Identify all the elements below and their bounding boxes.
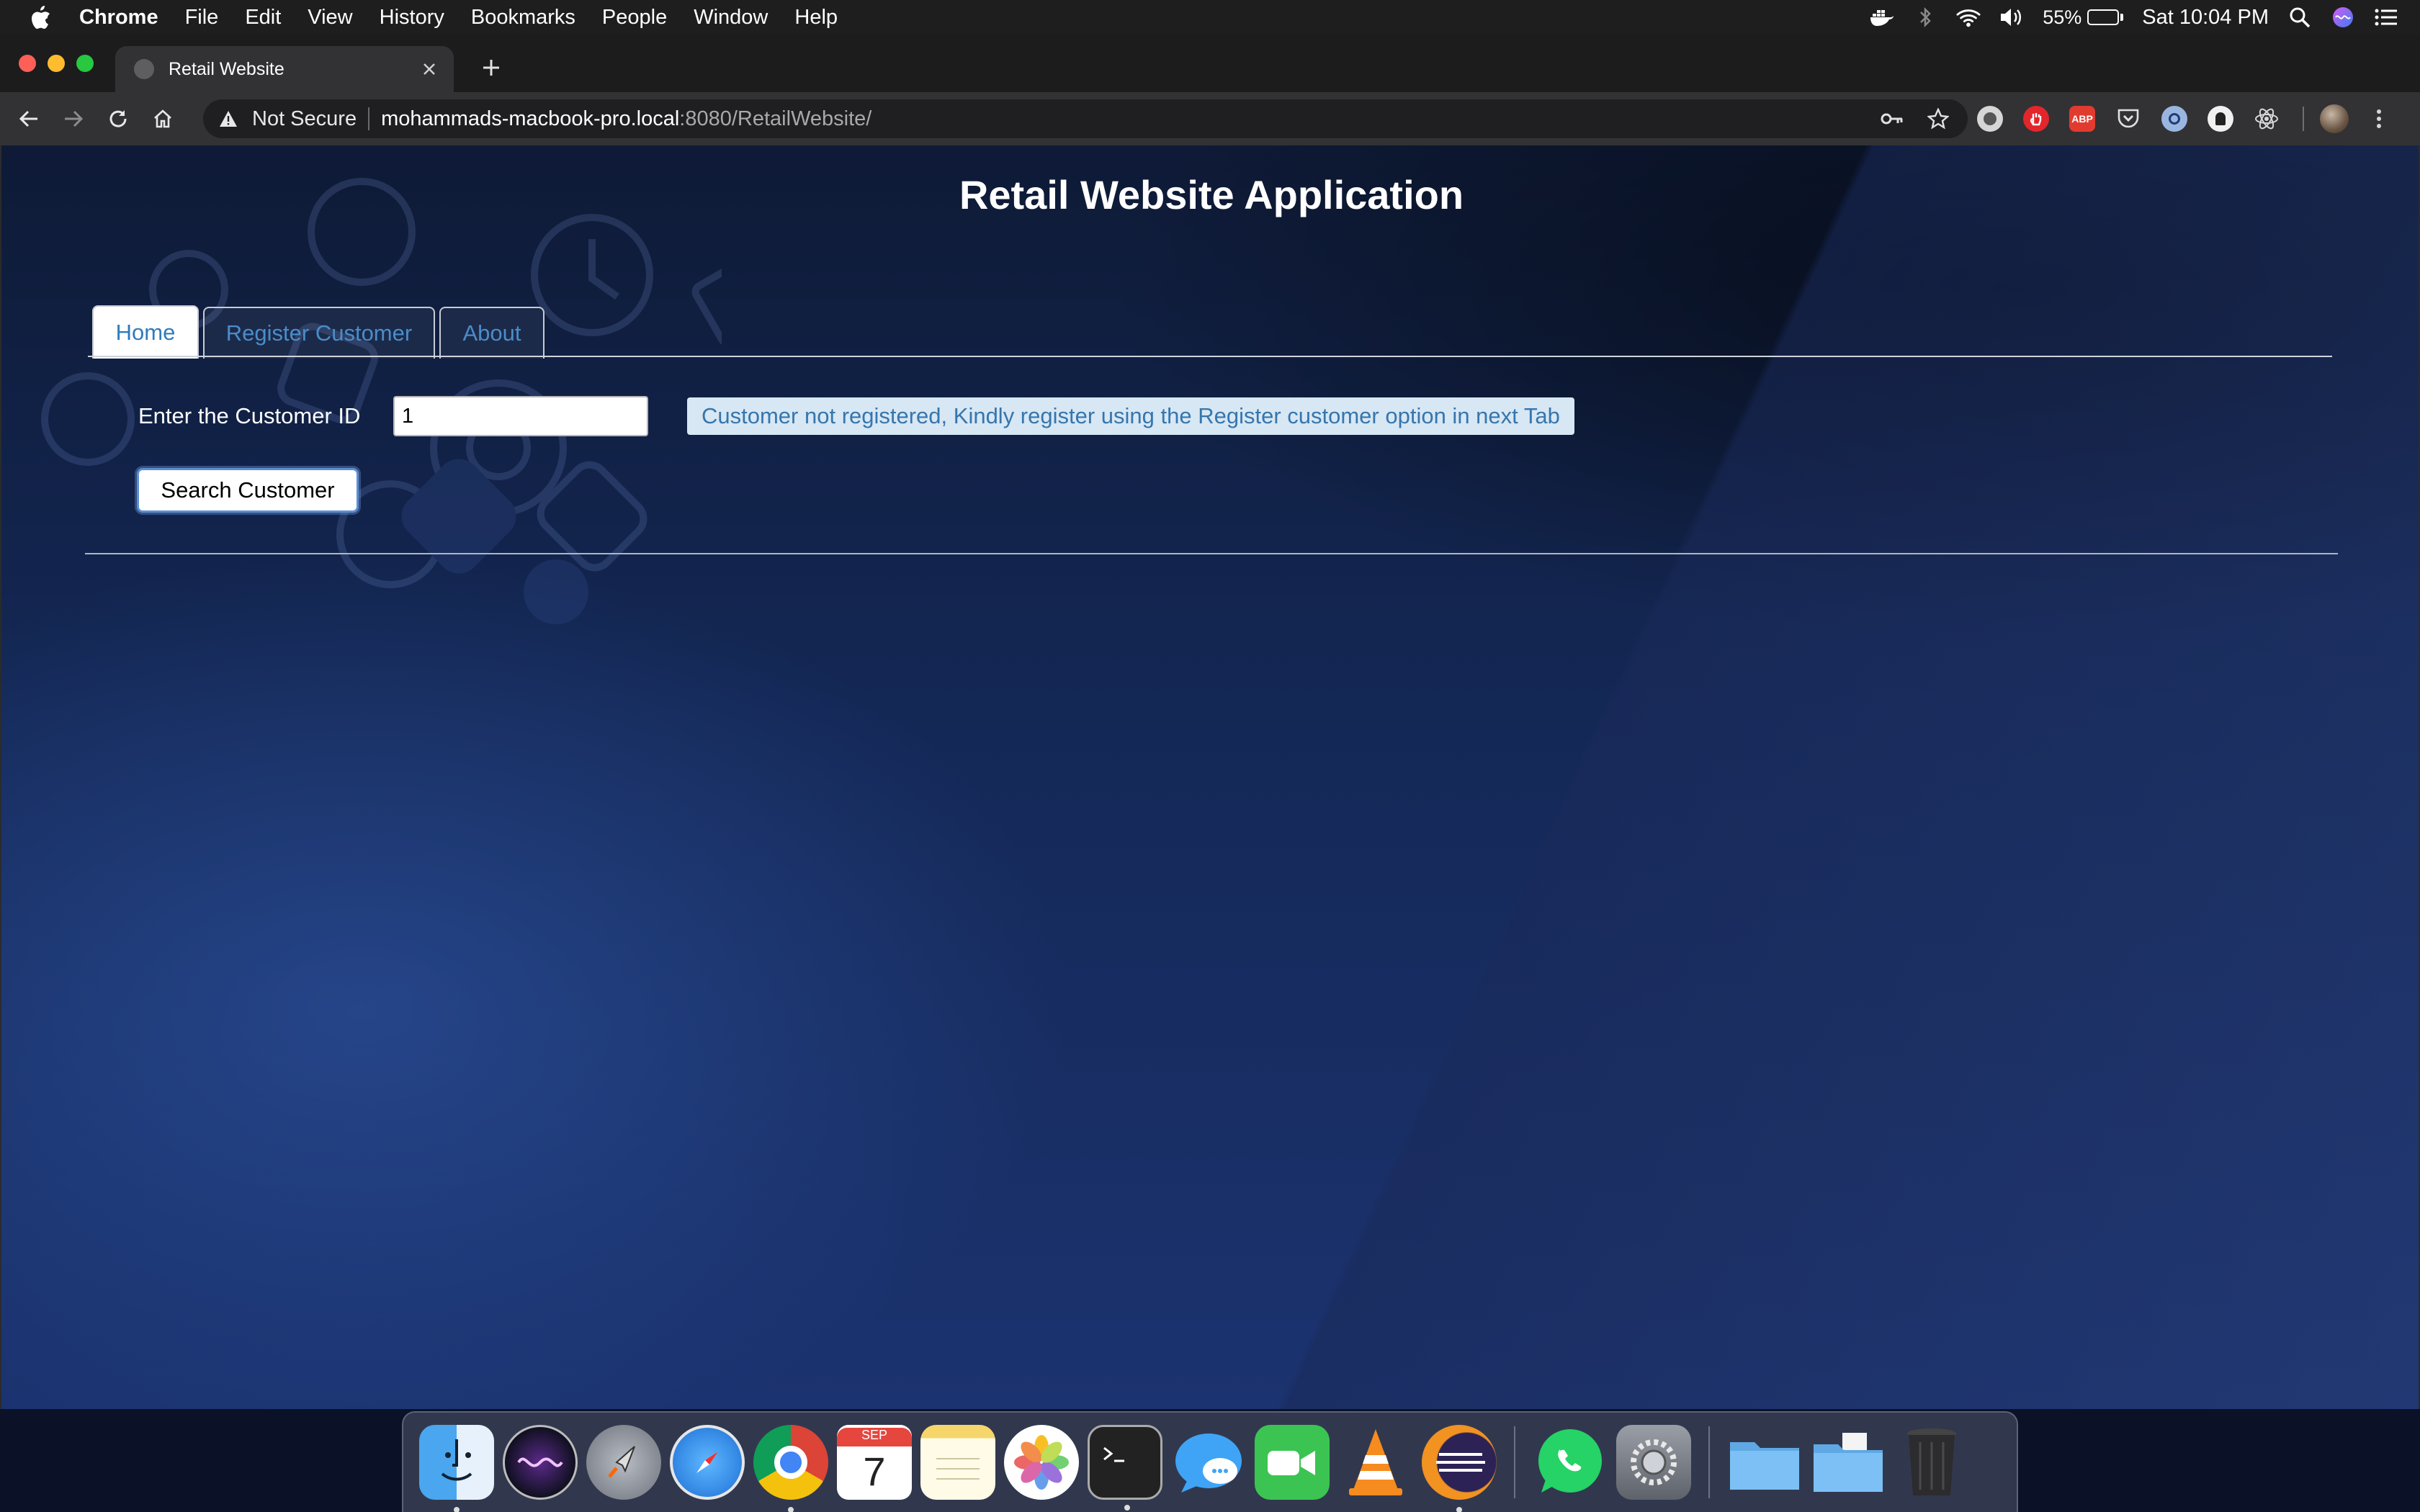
battery-nub: [2120, 14, 2124, 21]
url-path: :8080/RetailWebsite/: [679, 107, 872, 130]
battery-indicator[interactable]: 55%: [2043, 6, 2124, 29]
menu-people[interactable]: People: [602, 6, 667, 30]
finder-icon[interactable]: [419, 1425, 494, 1512]
close-tab-icon[interactable]: [415, 55, 444, 84]
zoom-window-button[interactable]: [76, 55, 94, 72]
app-tabs: Home Register Customer About: [92, 305, 549, 359]
back-button[interactable]: [12, 102, 46, 136]
extension-icon[interactable]: [1977, 106, 2003, 132]
safari-icon[interactable]: [670, 1425, 745, 1500]
tab-register-customer[interactable]: Register Customer: [203, 307, 435, 359]
key-icon[interactable]: [1877, 104, 1907, 134]
vlc-icon[interactable]: [1338, 1425, 1413, 1500]
running-indicator: [788, 1507, 794, 1512]
system-preferences-icon[interactable]: [1616, 1425, 1691, 1500]
whatsapp-icon[interactable]: [1533, 1425, 1608, 1500]
running-indicator: [1124, 1505, 1130, 1511]
bookmark-star-icon[interactable]: [1923, 104, 1953, 134]
wifi-icon[interactable]: [1956, 5, 1981, 30]
spotlight-icon[interactable]: [2287, 5, 2312, 30]
menu-window[interactable]: Window: [694, 6, 768, 30]
running-indicator: [1456, 1507, 1462, 1512]
messages-icon[interactable]: [1171, 1425, 1246, 1500]
page-title: Retail Website Application: [959, 172, 1464, 217]
trash-icon[interactable]: [1894, 1425, 1969, 1500]
security-status-label[interactable]: Not Secure: [252, 107, 357, 131]
address-bar-actions: [1861, 104, 1953, 134]
browser-tab[interactable]: Retail Website: [115, 46, 454, 92]
toolbar-divider: [2303, 107, 2304, 131]
abp-icon[interactable]: ABP: [2069, 106, 2095, 132]
terminal-icon[interactable]: [1088, 1425, 1162, 1511]
menu-edit[interactable]: Edit: [245, 6, 281, 30]
eclipse-icon[interactable]: [1422, 1425, 1497, 1512]
volume-icon[interactable]: [1999, 5, 2024, 30]
tabs-divider: [88, 356, 2332, 357]
notification-center-icon[interactable]: [2374, 5, 2398, 30]
chrome-menu-icon[interactable]: [2365, 104, 2393, 133]
profile-avatar[interactable]: [2320, 104, 2349, 133]
window-controls: [19, 55, 105, 72]
browser-tab-title: Retail Website: [169, 58, 284, 79]
address-bar[interactable]: Not Secure mohammads-macbook-pro.local:8…: [203, 99, 1968, 138]
url-host: mohammads-macbook-pro.local: [381, 107, 680, 130]
warning-triangle-icon[interactable]: [219, 110, 243, 127]
customer-id-input[interactable]: [393, 396, 648, 436]
extension-icon[interactable]: [2208, 106, 2233, 132]
chrome-icon[interactable]: [753, 1425, 828, 1512]
react-devtools-icon[interactable]: [2254, 106, 2280, 132]
tab-about[interactable]: About: [439, 307, 544, 359]
tab-home[interactable]: Home: [92, 305, 199, 359]
reload-button[interactable]: [101, 102, 135, 136]
launchpad-icon[interactable]: [586, 1425, 661, 1500]
abp-label: ABP: [2071, 113, 2093, 125]
battery-icon: [2087, 9, 2120, 25]
menu-history[interactable]: History: [380, 6, 444, 30]
status-message: Customer not registered, Kindly register…: [687, 397, 1574, 435]
battery-percent: 55%: [2043, 6, 2082, 28]
bluetooth-icon[interactable]: [1913, 5, 1937, 30]
dock-divider: [1514, 1426, 1515, 1498]
calendar-day: 7: [863, 1449, 886, 1494]
menu-view[interactable]: View: [308, 6, 352, 30]
photos-icon[interactable]: [1004, 1425, 1079, 1500]
globe-icon: [134, 59, 154, 79]
siri-icon[interactable]: [2331, 5, 2355, 30]
content-divider: [85, 553, 2338, 554]
menu-bookmarks[interactable]: Bookmarks: [471, 6, 575, 30]
clock[interactable]: Sat 10:04 PM: [2142, 6, 2269, 30]
search-customer-button[interactable]: Search Customer: [137, 468, 359, 513]
facetime-icon[interactable]: [1255, 1425, 1330, 1500]
browser-tab-strip: Retail Website: [0, 35, 2420, 92]
extension-icon[interactable]: [2161, 106, 2187, 132]
dock: SEP 7: [402, 1411, 2018, 1512]
minimize-window-button[interactable]: [48, 55, 65, 72]
apple-menu-icon[interactable]: [29, 4, 55, 30]
macos-menubar: Chrome File Edit View History Bookmarks …: [0, 0, 2420, 35]
calendar-month: SEP: [837, 1428, 912, 1446]
menu-app-name[interactable]: Chrome: [79, 6, 158, 30]
forward-button[interactable]: [56, 102, 91, 136]
folder-icon[interactable]: [1727, 1425, 1802, 1500]
web-page: Retail Website Application Home Register…: [0, 145, 2420, 1409]
menu-file[interactable]: File: [185, 6, 219, 30]
calendar-icon[interactable]: SEP 7: [837, 1425, 912, 1500]
menu-help[interactable]: Help: [794, 6, 838, 30]
pocket-icon[interactable]: [2115, 106, 2141, 132]
docker-icon[interactable]: [1870, 5, 1894, 30]
customer-id-label: Enter the Customer ID: [138, 403, 361, 428]
address-divider: [368, 107, 370, 130]
notes-icon[interactable]: [920, 1425, 995, 1500]
running-indicator: [454, 1507, 460, 1512]
home-button[interactable]: [145, 102, 180, 136]
close-window-button[interactable]: [19, 55, 36, 72]
dock-divider: [1708, 1426, 1710, 1498]
browser-toolbar: Not Secure mohammads-macbook-pro.local:8…: [0, 92, 2420, 145]
new-tab-button[interactable]: [475, 52, 507, 84]
extensions-bar: ABP: [1977, 101, 2393, 137]
siri-app-icon[interactable]: [503, 1425, 578, 1500]
documents-folder-icon[interactable]: [1811, 1425, 1886, 1500]
adblock-stop-icon[interactable]: [2023, 106, 2049, 132]
